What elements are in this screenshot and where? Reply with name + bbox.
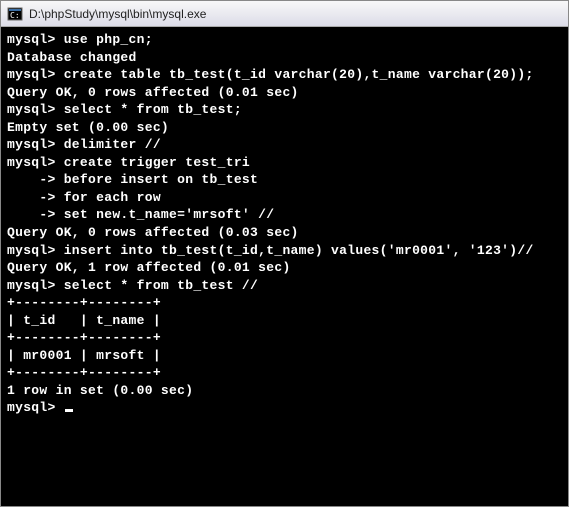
terminal-line: -> set new.t_name='mrsoft' // [7,206,562,224]
console-window: C: D:\phpStudy\mysql\bin\mysql.exe mysql… [0,0,569,507]
terminal-line: mysql> select * from tb_test // [7,277,562,295]
cursor [65,409,73,412]
title-text: D:\phpStudy\mysql\bin\mysql.exe [29,7,562,21]
terminal-line: Query OK, 0 rows affected (0.01 sec) [7,84,562,102]
terminal-line: Query OK, 1 row affected (0.01 sec) [7,259,562,277]
terminal-output[interactable]: mysql> use php_cn;Database changedmysql>… [1,27,568,506]
terminal-line: mysql> [7,399,562,417]
terminal-line: -> before insert on tb_test [7,171,562,189]
terminal-line: mysql> insert into tb_test(t_id,t_name) … [7,242,562,260]
terminal-line: +--------+--------+ [7,294,562,312]
terminal-line: mysql> create trigger test_tri [7,154,562,172]
terminal-line: +--------+--------+ [7,329,562,347]
svg-text:C:: C: [10,11,20,20]
titlebar[interactable]: C: D:\phpStudy\mysql\bin\mysql.exe [1,1,568,27]
terminal-line: 1 row in set (0.00 sec) [7,382,562,400]
terminal-line: mysql> select * from tb_test; [7,101,562,119]
terminal-line: Database changed [7,49,562,67]
terminal-line: -> for each row [7,189,562,207]
terminal-line: mysql> delimiter // [7,136,562,154]
terminal-line: Query OK, 0 rows affected (0.03 sec) [7,224,562,242]
terminal-line: mysql> create table tb_test(t_id varchar… [7,66,562,84]
terminal-line: | mr0001 | mrsoft | [7,347,562,365]
terminal-line: +--------+--------+ [7,364,562,382]
terminal-line: mysql> use php_cn; [7,31,562,49]
terminal-line: | t_id | t_name | [7,312,562,330]
app-icon: C: [7,6,23,22]
terminal-line: Empty set (0.00 sec) [7,119,562,137]
